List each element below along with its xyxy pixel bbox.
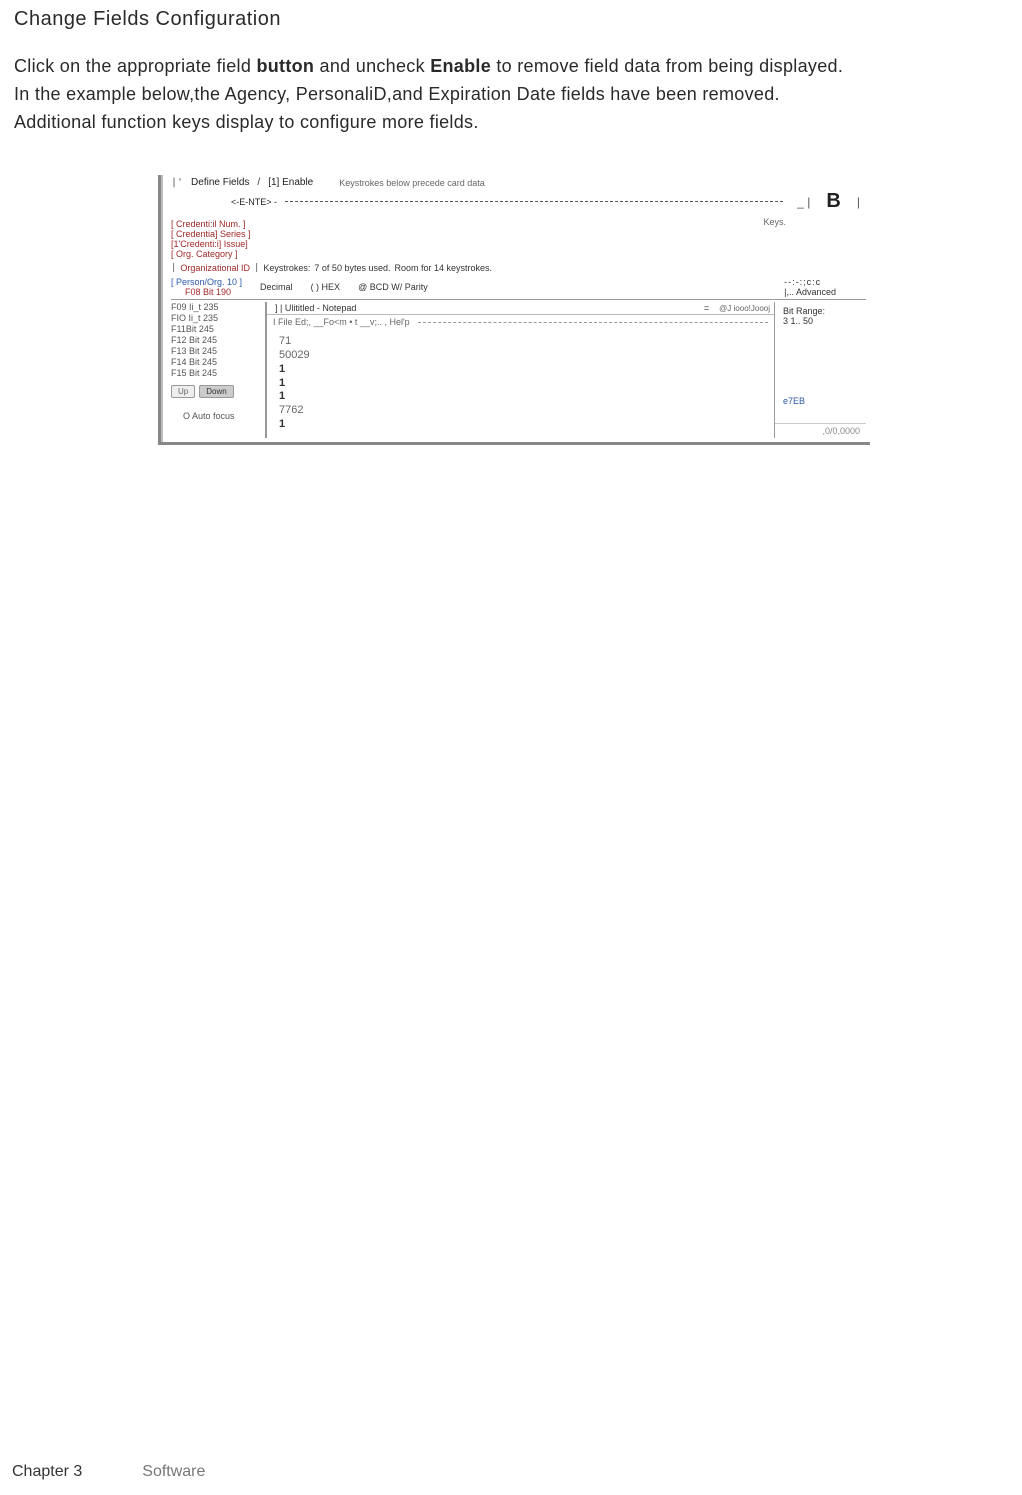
notepad-title-right: @J iooo!Joooj — [719, 304, 770, 313]
keys-label: Keys. — [763, 217, 786, 227]
bar-icon: | — [857, 195, 860, 209]
down-button[interactable]: Down — [199, 385, 233, 398]
field-button-org-id[interactable]: Organizational ID — [180, 263, 250, 273]
field-button-list: [ Credenti:il Num. ] [ Credentia] Series… — [171, 219, 251, 259]
field-button-cred-issue[interactable]: [1'Credenti:i] Issue] — [171, 239, 251, 249]
pipe-icon: | — [171, 263, 176, 273]
f12-line[interactable]: F12 Bit 245 — [171, 335, 261, 345]
notepad-window: ] | Ulititled - Notepad = @J iooo!Joooj … — [265, 302, 774, 437]
np-line: 1 — [279, 363, 762, 377]
np-line: 1 — [279, 390, 762, 404]
separator — [171, 299, 866, 300]
field-button-person-org[interactable]: [ Person/Org. 10 ] — [171, 277, 242, 287]
pipe-icon: | — [254, 263, 259, 273]
bar-icon: _ | — [797, 195, 810, 209]
field-button-cred-num[interactable]: [ Credenti:il Num. ] — [171, 219, 251, 229]
function-key-list: F09 Ii_t 235 FIO Ii_t 235 F11Bit 245 F12… — [171, 302, 261, 437]
decimal-radio[interactable]: Decimal — [260, 282, 293, 292]
body-para-3: Additional function keys display to conf… — [14, 109, 1010, 135]
np-line: 7762 — [279, 404, 762, 418]
body-para-1: Click on the appropriate field button an… — [14, 53, 1010, 79]
auto-focus-option[interactable]: O Auto focus — [183, 411, 261, 421]
f09-line[interactable]: F09 Ii_t 235 — [171, 302, 261, 312]
np-line: 50029 — [279, 349, 762, 363]
field-button-org-category[interactable]: [ Org. Category ] — [171, 249, 251, 259]
body-para-2: In the example below,the Agency, Persona… — [14, 81, 1010, 107]
text-button: button — [256, 56, 314, 76]
software-label: Software — [142, 1463, 205, 1481]
zero-status: ,0/0,0000 — [775, 423, 866, 438]
np-line: 71 — [279, 335, 762, 349]
hex-radio[interactable]: ( ) HEX — [311, 282, 341, 292]
e7-value: e7EB — [783, 396, 866, 406]
chapter-label: Chapter 3 — [12, 1463, 82, 1481]
f08-line: F08 Bit 190 — [185, 287, 242, 297]
f10-line[interactable]: FIO Ii_t 235 — [171, 313, 261, 323]
text: Click on the appropriate field — [14, 56, 256, 76]
slash: / — [257, 177, 260, 188]
pipe-icon: |' — [171, 177, 183, 188]
keystrokes-used: 7 of 50 bytes used. — [314, 263, 390, 273]
enter-label: <-E-NTE> - — [231, 197, 277, 207]
keystrokes-label: Keystrokes: — [263, 263, 310, 273]
notepad-title: ] | Ulititled - Notepad — [275, 303, 356, 313]
right-panel: Bit Range: 3 1.. 50 e7EB ,0/0,0000 — [774, 302, 866, 437]
page-title: Change Fields Configuration — [14, 8, 1010, 31]
np-line: 1 — [279, 418, 762, 432]
keystrokes-room: Room for 14 keystrokes. — [394, 263, 492, 273]
big-b-icon: B — [826, 190, 840, 213]
keystrokes-header: Keystrokes below precede card data — [339, 178, 485, 188]
bcd-radio[interactable]: @ BCD W/ Parity — [358, 282, 428, 292]
notepad-menu[interactable]: I File Ed;, __Fo<m • t __v;.. , Hel'p — [273, 317, 410, 327]
text: and uncheck — [314, 56, 430, 76]
enable-checkbox-label[interactable]: [1] Enable — [268, 177, 313, 188]
define-fields-label: Define Fields — [191, 177, 249, 188]
bit-range-value: 3 1.. 50 — [783, 316, 862, 326]
f11-line[interactable]: F11Bit 245 — [171, 324, 261, 334]
f13-line[interactable]: F13 Bit 245 — [171, 346, 261, 356]
notepad-body: 71 50029 1 1 1 7762 1 — [267, 329, 774, 437]
advanced-option[interactable]: |,.. Advanced — [784, 287, 836, 297]
dash-line — [285, 201, 783, 202]
f15-line[interactable]: F15 Bit 245 — [171, 368, 261, 378]
up-button[interactable]: Up — [171, 385, 195, 398]
text: to remove field data from being displaye… — [491, 56, 843, 76]
page-footer: Chapter 3 Software — [12, 1463, 205, 1481]
dash-line — [418, 322, 768, 323]
np-line: 1 — [279, 377, 762, 391]
bit-range-label: Bit Range: — [783, 306, 862, 316]
f14-line[interactable]: F14 Bit 245 — [171, 357, 261, 367]
text-enable: Enable — [430, 56, 491, 76]
embedded-screenshot: |' Define Fields / [1] Enable Keystrokes… — [158, 175, 870, 444]
cc-text: --:-:;c:c — [784, 277, 821, 287]
field-button-cred-series[interactable]: [ Credentia] Series ] — [171, 229, 251, 239]
equals-icon: = — [704, 303, 709, 313]
